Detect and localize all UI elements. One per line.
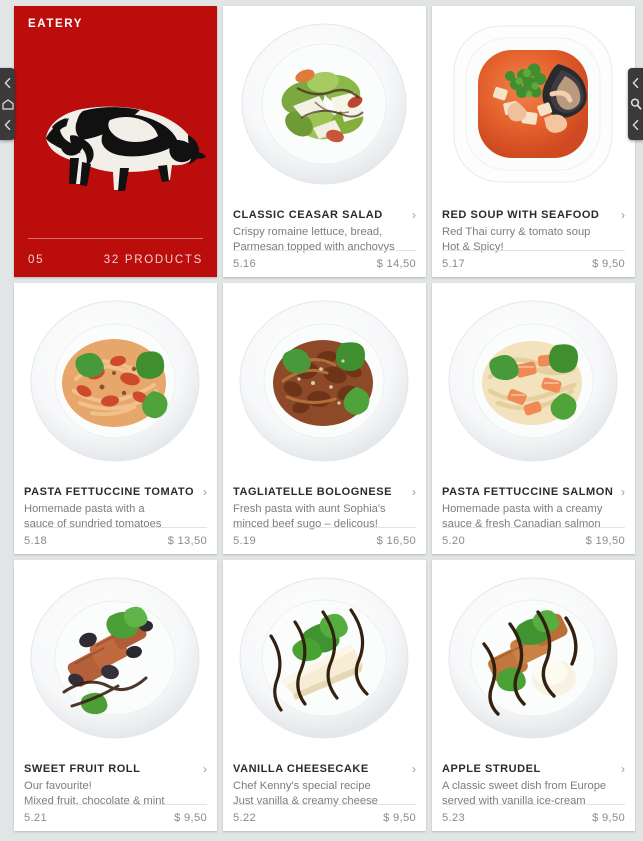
product-photo-strudel xyxy=(432,560,635,756)
product-photo-soup xyxy=(432,6,635,202)
product-info: PASTA FETTUCCINE SALMON › Homemade pasta… xyxy=(432,479,635,554)
product-card[interactable]: RED SOUP WITH SEAFOOD › Red Thai curry &… xyxy=(432,6,635,277)
product-info: VANILLA CHEESECAKE › Chef Kenny's specia… xyxy=(223,756,426,831)
product-meta: 5.19 $ 16,50 xyxy=(233,527,416,554)
product-card[interactable]: VANILLA CHEESECAKE › Chef Kenny's specia… xyxy=(223,560,426,831)
product-meta: 5.23 $ 9,50 xyxy=(442,804,625,831)
product-code: 5.21 xyxy=(24,812,47,824)
product-desc-line: Homemade pasta with a creamy xyxy=(442,503,603,515)
product-info: TAGLIATELLE BOLOGNESE › Fresh pasta with… xyxy=(223,479,426,554)
product-code: 5.17 xyxy=(442,258,465,270)
product-card[interactable]: APPLE STRUDEL › A classic sweet dish fro… xyxy=(432,560,635,831)
chevron-left-icon[interactable] xyxy=(0,73,15,93)
product-card[interactable]: CLASSIC CEASAR SALAD › Crispy romaine le… xyxy=(223,6,426,277)
product-count: 32 PRODUCTS xyxy=(103,254,203,266)
product-card[interactable]: PASTA FETTUCCINE TOMATO › Homemade pasta… xyxy=(14,283,217,554)
product-code: 5.18 xyxy=(24,535,47,547)
hero-divider xyxy=(28,238,203,239)
chevron-right-icon[interactable]: › xyxy=(408,209,416,221)
hero-footer: 05 32 PRODUCTS xyxy=(28,254,203,266)
product-desc-line: Chef Kenny's special recipe xyxy=(233,780,371,792)
product-desc-line: Fresh pasta with aunt Sophia's xyxy=(233,503,386,515)
product-meta: 5.16 $ 14,50 xyxy=(233,250,416,277)
product-photo-cheesecake xyxy=(223,560,426,756)
product-price: $ 16,50 xyxy=(376,535,416,547)
product-info: PASTA FETTUCCINE TOMATO › Homemade pasta… xyxy=(14,479,217,554)
product-meta: 5.20 $ 19,50 xyxy=(442,527,625,554)
product-title: TAGLIATELLE BOLOGNESE xyxy=(233,486,393,498)
product-code: 5.22 xyxy=(233,812,256,824)
product-title: PASTA FETTUCCINE SALMON xyxy=(442,486,614,498)
product-photo-fruit-roll xyxy=(14,560,217,756)
search-icon[interactable] xyxy=(628,94,643,114)
chevron-right-icon[interactable]: › xyxy=(199,763,207,775)
product-card[interactable]: TAGLIATELLE BOLOGNESE › Fresh pasta with… xyxy=(223,283,426,554)
product-card[interactable]: SWEET FRUIT ROLL › Our favourite! Mixed … xyxy=(14,560,217,831)
product-photo-pasta-tomato xyxy=(14,283,217,479)
product-title: PASTA FETTUCCINE TOMATO xyxy=(24,486,195,498)
product-code: 5.16 xyxy=(233,258,256,270)
product-meta: 5.18 $ 13,50 xyxy=(24,527,207,554)
product-title: SWEET FRUIT ROLL xyxy=(24,763,141,775)
chevron-right-icon[interactable]: › xyxy=(617,763,625,775)
product-desc-line: Red Thai curry & tomato soup xyxy=(442,226,591,238)
product-price: $ 9,50 xyxy=(383,812,416,824)
pig-illustration xyxy=(22,80,210,210)
chevron-right-icon[interactable]: › xyxy=(617,486,625,498)
product-card[interactable]: PASTA FETTUCCINE SALMON › Homemade pasta… xyxy=(432,283,635,554)
product-info: SWEET FRUIT ROLL › Our favourite! Mixed … xyxy=(14,756,217,831)
product-info: RED SOUP WITH SEAFOOD › Red Thai curry &… xyxy=(432,202,635,277)
category-number: 05 xyxy=(28,254,45,266)
product-title: RED SOUP WITH SEAFOOD xyxy=(442,209,600,221)
brand-title: EATERY xyxy=(28,18,83,30)
product-title: VANILLA CHEESECAKE xyxy=(233,763,369,775)
product-desc-line: Homemade pasta with a xyxy=(24,503,145,515)
product-info: APPLE STRUDEL › A classic sweet dish fro… xyxy=(432,756,635,831)
product-desc-line: Our favourite! xyxy=(24,780,92,792)
product-meta: 5.22 $ 9,50 xyxy=(233,804,416,831)
chevron-left-icon[interactable] xyxy=(628,115,643,135)
product-photo-salad xyxy=(223,6,426,202)
product-price: $ 14,50 xyxy=(376,258,416,270)
chevron-right-icon[interactable]: › xyxy=(408,763,416,775)
chevron-right-icon[interactable]: › xyxy=(408,486,416,498)
product-price: $ 9,50 xyxy=(592,258,625,270)
product-info: CLASSIC CEASAR SALAD › Crispy romaine le… xyxy=(223,202,426,277)
product-price: $ 9,50 xyxy=(592,812,625,824)
product-price: $ 19,50 xyxy=(585,535,625,547)
menu-screen: EATERY 05 32 PRODUCTS CLASSIC CEASAR SAL… xyxy=(0,0,643,841)
product-code: 5.19 xyxy=(233,535,256,547)
product-title: APPLE STRUDEL xyxy=(442,763,541,775)
product-desc-line: A classic sweet dish from Europe xyxy=(442,780,607,792)
product-meta: 5.21 $ 9,50 xyxy=(24,804,207,831)
product-meta: 5.17 $ 9,50 xyxy=(442,250,625,277)
product-title: CLASSIC CEASAR SALAD xyxy=(233,209,383,221)
product-desc-line: Crispy romaine lettuce, bread, xyxy=(233,226,383,238)
chevron-left-icon[interactable] xyxy=(628,73,643,93)
product-code: 5.23 xyxy=(442,812,465,824)
product-price: $ 13,50 xyxy=(167,535,207,547)
chevron-right-icon[interactable]: › xyxy=(199,486,207,498)
category-hero-tile[interactable]: EATERY 05 32 PRODUCTS xyxy=(14,6,217,277)
product-code: 5.20 xyxy=(442,535,465,547)
chevron-left-icon[interactable] xyxy=(0,115,15,135)
product-photo-pasta-salmon xyxy=(432,283,635,479)
home-icon[interactable] xyxy=(0,94,15,114)
product-price: $ 9,50 xyxy=(174,812,207,824)
chevron-right-icon[interactable]: › xyxy=(617,209,625,221)
product-grid: EATERY 05 32 PRODUCTS CLASSIC CEASAR SAL… xyxy=(14,6,635,836)
product-photo-bolognese xyxy=(223,283,426,479)
right-edge-nav[interactable] xyxy=(628,68,643,140)
left-edge-nav[interactable] xyxy=(0,68,15,140)
